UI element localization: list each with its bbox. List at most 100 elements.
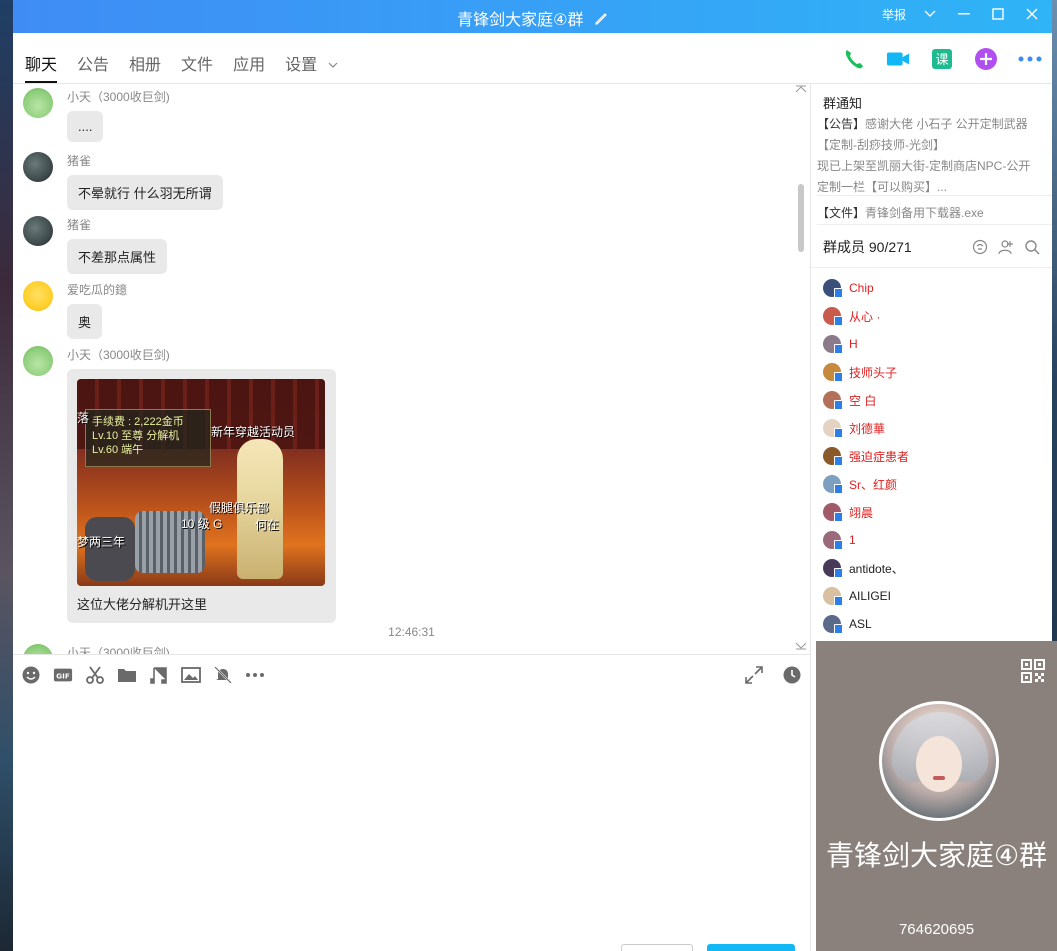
member-item[interactable]: Chip bbox=[823, 274, 909, 302]
member-name: H bbox=[849, 337, 858, 351]
message-bubble[interactable]: 不晕就行 什么羽无所谓 bbox=[67, 175, 223, 210]
member-item[interactable]: ASL bbox=[823, 610, 909, 638]
members-separator bbox=[811, 267, 1052, 268]
member-name: 翊晨 bbox=[849, 505, 874, 520]
maximize-icon[interactable] bbox=[988, 5, 1008, 23]
member-name: ASL bbox=[849, 617, 872, 631]
avatar bbox=[823, 531, 843, 550]
history-icon[interactable] bbox=[782, 665, 802, 685]
member-item[interactable]: antidote、 bbox=[823, 554, 909, 582]
tab-apps[interactable]: 应用 bbox=[233, 51, 265, 83]
image-panel-line: Lv.60 端午 bbox=[92, 444, 144, 456]
image-icon[interactable] bbox=[181, 665, 201, 685]
emoji-icon[interactable] bbox=[21, 665, 41, 685]
members-title: 群成员 90/271 bbox=[823, 239, 912, 255]
qr-code-icon[interactable] bbox=[1021, 659, 1045, 683]
expand-icon[interactable] bbox=[744, 665, 764, 685]
avatar[interactable] bbox=[23, 281, 53, 311]
phone-icon[interactable] bbox=[842, 47, 866, 71]
member-item[interactable]: AILIGEI bbox=[823, 582, 909, 610]
sender-name: 爱吃瓜的鐿 bbox=[67, 283, 128, 297]
message-bubble[interactable]: 奥 bbox=[67, 304, 103, 339]
minimize-icon[interactable] bbox=[954, 5, 974, 23]
image-info-panel: 手续费 : 2,222金币 Lv.10 至尊 分解机 Lv.60 端午 bbox=[85, 409, 211, 467]
tab-settings[interactable]: 设置 bbox=[285, 51, 337, 83]
add-member-icon[interactable] bbox=[998, 239, 1014, 255]
avatar[interactable] bbox=[23, 88, 53, 118]
avatar[interactable] bbox=[23, 152, 53, 182]
game-screenshot-image[interactable]: 手续费 : 2,222金币 Lv.10 至尊 分解机 Lv.60 端午 新年穿越… bbox=[77, 379, 325, 586]
image-panel-line: 手续费 : 2,222金币 bbox=[92, 416, 184, 428]
video-icon[interactable] bbox=[886, 47, 910, 71]
message-item: 猪雀 不差那点属性 bbox=[23, 216, 168, 274]
more-icon[interactable] bbox=[1018, 47, 1042, 71]
message-body: 猪雀 不差那点属性 bbox=[67, 216, 168, 274]
tab-album[interactable]: 相册 bbox=[129, 51, 161, 83]
music-icon[interactable] bbox=[149, 665, 169, 685]
message-item: 爱吃瓜的鐿 奥 bbox=[23, 281, 127, 339]
plus-icon[interactable] bbox=[974, 47, 998, 71]
member-item[interactable]: 1 bbox=[823, 526, 909, 554]
tab-announcement[interactable]: 公告 bbox=[77, 51, 109, 83]
member-name: 强迫症患者 bbox=[849, 449, 910, 464]
close-icon[interactable] bbox=[1022, 5, 1042, 23]
scrollbar-thumb[interactable] bbox=[798, 184, 804, 252]
tab-files[interactable]: 文件 bbox=[181, 51, 213, 83]
chevron-down-icon bbox=[328, 62, 337, 68]
avatar[interactable] bbox=[23, 216, 53, 246]
avatar bbox=[823, 503, 843, 522]
lesson-icon[interactable]: 课 bbox=[930, 47, 954, 71]
tab-list: 聊天 公告 相册 文件 应用 设置 bbox=[25, 51, 338, 83]
member-item[interactable]: 强迫症患者 bbox=[823, 442, 909, 470]
dropdown-chevron-icon[interactable] bbox=[920, 5, 940, 23]
avatar[interactable] bbox=[23, 346, 53, 376]
scissors-icon[interactable] bbox=[85, 665, 105, 685]
edit-title-icon[interactable] bbox=[594, 12, 608, 26]
group-profile-card: 青锋剑大家庭④群 764620695 bbox=[816, 641, 1057, 951]
send-button[interactable] bbox=[707, 944, 795, 951]
message-bubble[interactable]: 不差那点属性 bbox=[67, 239, 168, 274]
folder-icon[interactable] bbox=[117, 665, 137, 685]
desktop-background-left bbox=[0, 0, 13, 951]
member-item[interactable]: 从心 · bbox=[823, 302, 909, 330]
avatar bbox=[823, 559, 843, 578]
member-item[interactable]: 空 白 bbox=[823, 386, 909, 414]
image-label: 新年穿越活动员 bbox=[211, 425, 296, 439]
gif-icon[interactable]: GIF bbox=[53, 665, 73, 685]
close-chat-button[interactable] bbox=[621, 944, 693, 951]
avatar[interactable] bbox=[23, 644, 53, 654]
chat-message-area[interactable]: 小天（3000收巨剑) .... 猪雀 不晕就行 什么羽无所谓 猪雀 不差那点属… bbox=[13, 84, 810, 654]
bell-off-icon[interactable] bbox=[213, 665, 233, 685]
pinned-file[interactable]: 【文件】青锋剑备用下载器.exe bbox=[817, 195, 1052, 225]
message-item: 小天（3000收巨剑) 手续费 : 2,222金币 Lv.10 至尊 分解机 L… bbox=[23, 346, 336, 623]
lesson-icon-label: 课 bbox=[935, 53, 948, 68]
message-input-area[interactable] bbox=[13, 694, 810, 951]
member-name: 技师头子 bbox=[849, 365, 898, 380]
message-timestamp: 12:46:31 bbox=[388, 625, 435, 639]
group-avatar[interactable] bbox=[879, 701, 999, 821]
tab-chat[interactable]: 聊天 bbox=[25, 51, 58, 83]
more-icon[interactable] bbox=[245, 665, 265, 685]
members-tools bbox=[972, 239, 1040, 255]
image-message-bubble[interactable]: 手续费 : 2,222金币 Lv.10 至尊 分解机 Lv.60 端午 新年穿越… bbox=[67, 369, 336, 623]
scroll-down-icon[interactable] bbox=[795, 641, 807, 651]
notice-tag: 【公告】 bbox=[817, 117, 866, 131]
member-item[interactable]: 翊晨 bbox=[823, 498, 909, 526]
title-bar[interactable]: 青锋剑大家庭④群 举报 bbox=[13, 0, 1052, 33]
scroll-up-icon[interactable] bbox=[795, 84, 807, 94]
search-icon[interactable] bbox=[1024, 239, 1040, 255]
message-body: 小天（3000收巨剑) 手续费 : 2,222金币 Lv.10 至尊 分解机 L… bbox=[67, 346, 336, 623]
avatar bbox=[823, 279, 843, 298]
member-item[interactable]: H bbox=[823, 330, 909, 358]
member-item[interactable]: Sr、红颜 bbox=[823, 470, 909, 498]
member-voice-icon[interactable] bbox=[972, 239, 988, 255]
member-item[interactable]: 刘德華 bbox=[823, 414, 909, 442]
tab-settings-label: 设置 bbox=[285, 57, 318, 74]
input-toolbar: GIF bbox=[13, 654, 810, 694]
message-bubble[interactable]: .... bbox=[67, 111, 104, 142]
report-link[interactable]: 举报 bbox=[882, 6, 906, 23]
member-item[interactable]: 技师头子 bbox=[823, 358, 909, 386]
notice-content[interactable]: 【公告】感谢大佬 小石子 公开定制武器 【定制-刮痧技师-光剑】 现已上架至凯丽… bbox=[817, 114, 1047, 198]
input-tools-left: GIF bbox=[21, 665, 265, 685]
avatar bbox=[823, 447, 843, 466]
